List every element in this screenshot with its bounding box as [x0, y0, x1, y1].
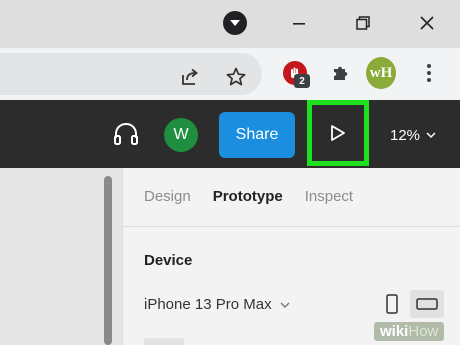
chevron-down-icon [280, 302, 290, 308]
profile-extension-button[interactable]: wH [366, 57, 396, 89]
present-button[interactable] [307, 100, 369, 166]
restore-icon [356, 16, 370, 30]
landscape-icon [416, 298, 438, 310]
blocker-count-badge: 2 [294, 74, 310, 88]
browser-titlebar [0, 0, 460, 48]
star-icon[interactable] [224, 65, 248, 89]
tab-search-button[interactable] [222, 10, 248, 36]
tab-prototype[interactable]: Prototype [213, 188, 283, 205]
browser-toolbar: 2 wH [0, 48, 460, 100]
portrait-orientation-button[interactable] [384, 293, 400, 315]
tab-design[interactable]: Design [144, 188, 191, 205]
restore-button[interactable] [350, 10, 376, 36]
panel-tabs: Design Prototype Inspect [144, 188, 353, 205]
device-value: iPhone 13 Pro Max [144, 296, 272, 313]
profile-badge: wH [366, 57, 396, 89]
browser-menu-button[interactable] [414, 58, 444, 88]
canvas-scrollbar[interactable] [104, 176, 112, 345]
audio-button[interactable] [112, 120, 140, 148]
zoom-label: 12% [390, 126, 421, 144]
chevron-down-icon [426, 132, 436, 139]
landscape-orientation-button[interactable] [410, 290, 444, 318]
blocker-extension-button[interactable]: 2 [280, 58, 310, 88]
chevron-down-icon [223, 11, 247, 35]
watermark-suffix: How [408, 323, 439, 340]
tabs-divider [122, 226, 460, 227]
avatar[interactable]: W [164, 118, 198, 152]
address-bar[interactable] [0, 53, 262, 95]
watermark-prefix: wiki [380, 323, 409, 340]
close-window-button[interactable] [414, 10, 440, 36]
headphones-icon [114, 122, 138, 145]
watermark: wikiHow [374, 322, 445, 341]
extensions-button[interactable] [326, 58, 356, 88]
next-row-placeholder [144, 338, 184, 345]
play-icon [331, 125, 345, 141]
portrait-icon [386, 294, 398, 314]
zoom-dropdown[interactable]: 12% [390, 118, 436, 152]
close-icon [420, 16, 434, 30]
share-button[interactable]: Share [219, 112, 295, 158]
share-icon[interactable] [178, 65, 202, 89]
minimize-icon [293, 23, 305, 25]
kebab-icon [427, 64, 431, 82]
tab-inspect[interactable]: Inspect [305, 188, 353, 205]
device-dropdown[interactable]: iPhone 13 Pro Max [144, 296, 290, 313]
minimize-button[interactable] [286, 10, 312, 36]
device-section-title: Device [144, 252, 193, 269]
puzzle-icon [334, 66, 348, 80]
